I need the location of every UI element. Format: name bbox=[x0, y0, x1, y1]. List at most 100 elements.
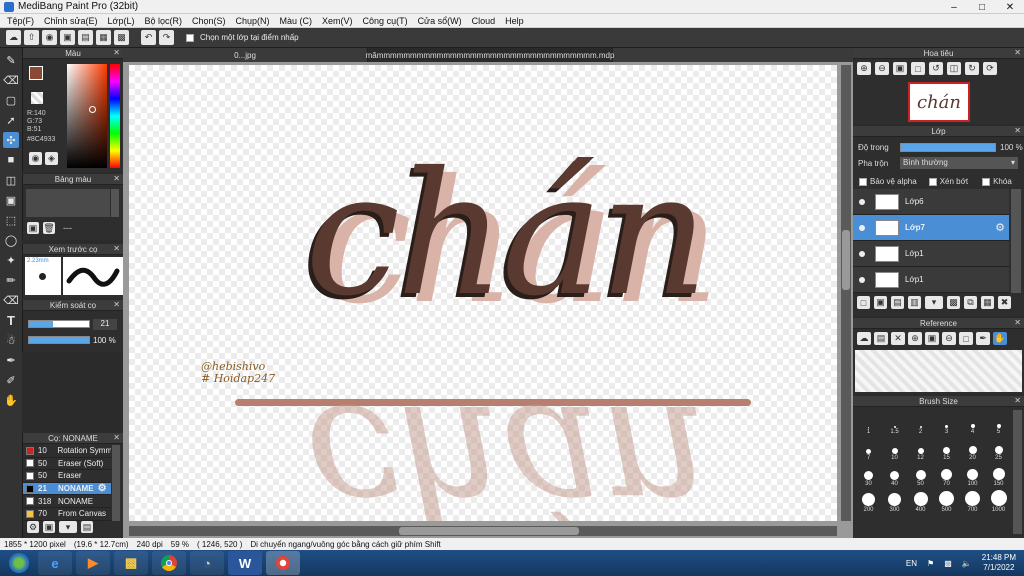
menu-capture[interactable]: Chụp(N) bbox=[231, 16, 275, 26]
folder-icon[interactable]: ▩ bbox=[947, 296, 960, 309]
brush-list-scrollbar[interactable] bbox=[112, 445, 120, 521]
brush-size-option[interactable]: 50 bbox=[908, 462, 933, 487]
brush-size-scrollbar[interactable] bbox=[1013, 410, 1022, 534]
chat-icon[interactable]: ▣ bbox=[60, 30, 75, 45]
rotate-left-icon[interactable]: ↺ bbox=[929, 62, 943, 75]
network-icon[interactable]: ▩ bbox=[944, 559, 952, 568]
panel-close-icon[interactable]: ✕ bbox=[113, 48, 120, 57]
tab-image-jpg[interactable]: 0...jpg bbox=[123, 48, 368, 62]
document-icon[interactable]: ▤ bbox=[78, 30, 93, 45]
protect-alpha-checkbox[interactable] bbox=[859, 177, 867, 186]
flip-icon[interactable]: ◫ bbox=[947, 62, 961, 75]
brush-size-option[interactable]: 5 bbox=[986, 410, 1011, 435]
brush-opacity-slider[interactable] bbox=[28, 336, 90, 344]
brush-size-option[interactable]: 7 bbox=[856, 436, 881, 461]
rotate-right-icon[interactable]: ↻ bbox=[965, 62, 979, 75]
reference-zoom-in-icon[interactable]: ⊕ bbox=[908, 332, 922, 345]
brush-size-slider[interactable] bbox=[28, 320, 90, 328]
volume-icon[interactable]: 🔈 bbox=[962, 559, 972, 568]
explorer-folder-icon[interactable]: ▩ bbox=[114, 551, 148, 575]
medibang-icon[interactable] bbox=[266, 551, 300, 575]
panel-close-icon[interactable]: ✕ bbox=[113, 174, 120, 183]
fit-icon[interactable]: ▣ bbox=[893, 62, 907, 75]
eye-icon[interactable] bbox=[853, 224, 871, 231]
new-halftone-layer-icon[interactable]: ▣ bbox=[874, 296, 887, 309]
select-layer-checkbox[interactable] bbox=[186, 33, 194, 42]
brush-size-option[interactable]: 700 bbox=[960, 488, 985, 513]
brush-size-option[interactable]: 300 bbox=[882, 488, 907, 513]
menu-edit[interactable]: Chỉnh sửa(E) bbox=[39, 16, 103, 26]
brush-size-option[interactable]: 30 bbox=[856, 462, 881, 487]
undo-icon[interactable]: ↶ bbox=[141, 30, 156, 45]
saturation-value-picker[interactable] bbox=[67, 64, 107, 168]
menu-filter[interactable]: Bộ lọc(R) bbox=[139, 16, 187, 26]
lasso-tool-icon[interactable]: ◯ bbox=[3, 232, 19, 248]
redo-icon[interactable]: ↷ bbox=[159, 30, 174, 45]
layer-scrollbar[interactable] bbox=[1011, 189, 1021, 293]
hue-slider[interactable] bbox=[110, 64, 120, 168]
brush-size-option[interactable]: 3 bbox=[934, 410, 959, 435]
brush-add-icon[interactable]: ⚙ bbox=[27, 521, 39, 533]
brush-size-option[interactable]: 4 bbox=[960, 410, 985, 435]
menu-file[interactable]: Tệp(F) bbox=[2, 16, 39, 26]
zoom-out-icon[interactable]: ⊖ bbox=[875, 62, 889, 75]
eraser-tool-icon[interactable]: ⌫ bbox=[3, 72, 19, 88]
drawing-canvas[interactable]: @hebishivo # Hoidap247 chán chán chán ch… bbox=[129, 65, 837, 521]
brush-size-option[interactable]: 150 bbox=[986, 462, 1011, 487]
open-reference-icon[interactable]: ▤ bbox=[874, 332, 888, 345]
clipping-checkbox[interactable] bbox=[928, 177, 937, 186]
share-icon[interactable]: ⇧ bbox=[24, 30, 39, 45]
canvas-horizontal-scrollbar[interactable] bbox=[129, 526, 837, 536]
brush-delete-icon[interactable]: ▤ bbox=[81, 521, 93, 533]
comment-icon[interactable]: ◉ bbox=[42, 30, 57, 45]
menu-layer[interactable]: Lớp(L) bbox=[103, 16, 140, 26]
eye-icon[interactable] bbox=[853, 250, 871, 257]
reference-eyedropper-icon[interactable]: ✒ bbox=[976, 332, 990, 345]
brush-tool-icon[interactable]: ✎ bbox=[3, 52, 19, 68]
cloud-icon[interactable]: ☁ bbox=[6, 30, 21, 45]
hand-tool-icon[interactable]: ✋ bbox=[3, 392, 19, 408]
flag-icon[interactable]: ⚑ bbox=[927, 559, 934, 568]
brush-size-option[interactable]: 12 bbox=[908, 436, 933, 461]
menu-view[interactable]: Xem(V) bbox=[317, 16, 358, 26]
palette-add-icon[interactable]: ▣ bbox=[27, 222, 39, 234]
tab-mdp-file[interactable]: mămmmmmmmmmmmmmmmmmmmmmmmmmmmmmmmmm.mdp bbox=[366, 48, 614, 62]
eyedropper-icon[interactable]: ✒ bbox=[3, 352, 19, 368]
brush-size-option[interactable]: 25 bbox=[986, 436, 1011, 461]
brush-size-option[interactable]: 2 bbox=[908, 410, 933, 435]
merge-layer-icon[interactable]: ▦ bbox=[981, 296, 994, 309]
gradient-tool-icon[interactable]: ▣ bbox=[3, 192, 19, 208]
pattern-icon[interactable]: ▩ bbox=[114, 30, 129, 45]
reset-view-icon[interactable]: ⟳ bbox=[983, 62, 997, 75]
layer-row[interactable]: Lớp6 bbox=[853, 189, 1009, 215]
fill-rect-icon[interactable]: ■ bbox=[3, 152, 19, 168]
brush-size-option[interactable]: 20 bbox=[960, 436, 985, 461]
color-picker-cursor[interactable] bbox=[89, 106, 96, 113]
color-wheel-icon[interactable]: ◉ bbox=[29, 152, 42, 165]
brush-menu-icon[interactable]: ▾ bbox=[59, 521, 77, 533]
layer-menu-icon[interactable]: ▾ bbox=[925, 296, 943, 309]
brush-list-item[interactable]: 318 NONAME bbox=[23, 495, 111, 508]
palette-scrollbar[interactable] bbox=[111, 189, 119, 217]
brush-size-value[interactable]: 21 bbox=[93, 319, 117, 330]
menu-window[interactable]: Cửa sổ(W) bbox=[413, 16, 467, 26]
eye-icon[interactable] bbox=[853, 276, 871, 283]
menu-select[interactable]: Chọn(S) bbox=[187, 16, 231, 26]
brush-list-item[interactable]: 70 From Canvas bbox=[23, 508, 111, 521]
layer-row[interactable]: Lớp1 bbox=[853, 267, 1009, 293]
brush-size-option[interactable]: 1.5 bbox=[882, 410, 907, 435]
brush-size-option[interactable]: 1000 bbox=[986, 488, 1011, 513]
close-button[interactable]: ✕ bbox=[996, 0, 1024, 14]
clock-app-icon[interactable]: ◔ bbox=[190, 551, 224, 575]
maximize-button[interactable]: □ bbox=[968, 0, 996, 14]
select-tool-icon[interactable]: ⬚ bbox=[3, 212, 19, 228]
reference-fit-icon[interactable]: ▣ bbox=[925, 332, 939, 345]
delete-layer-icon[interactable]: ✖ bbox=[998, 296, 1011, 309]
actual-size-icon[interactable]: □ bbox=[911, 62, 925, 75]
menu-color[interactable]: Màu (C) bbox=[275, 16, 318, 26]
palette-area[interactable] bbox=[26, 189, 110, 217]
zoom-in-icon[interactable]: ⊕ bbox=[857, 62, 871, 75]
primary-color-swatch[interactable] bbox=[29, 66, 43, 80]
layer-row[interactable]: Lớp1 bbox=[853, 241, 1009, 267]
pen-icon[interactable]: ✐ bbox=[3, 372, 19, 388]
